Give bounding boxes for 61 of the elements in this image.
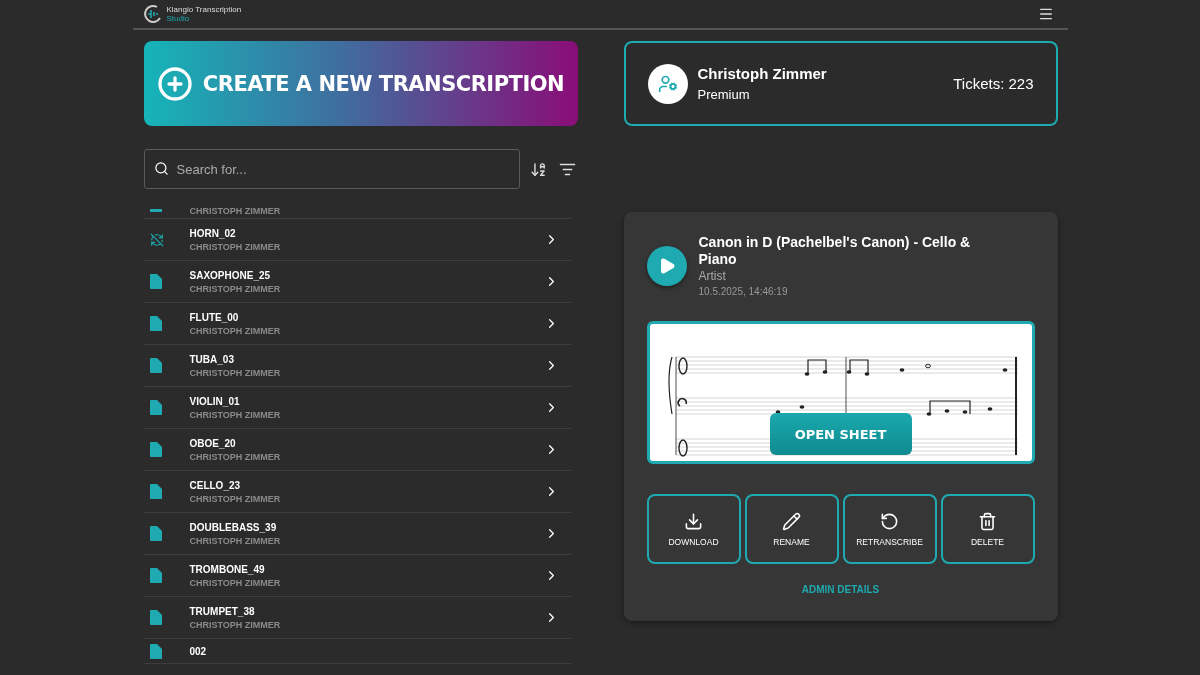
user-name: Christoph Zimmer bbox=[697, 65, 828, 82]
create-transcription-button[interactable]: CREATE A NEW TRANSCRIPTION bbox=[143, 41, 578, 126]
transcription-title: SAXOPHONE_25 bbox=[189, 269, 272, 281]
transcription-author: CHRISTOPH ZIMMER bbox=[189, 409, 282, 420]
transcription-row[interactable]: VIOLIN_01 CHRISTOPH ZIMMER bbox=[143, 387, 571, 429]
transcription-row[interactable]: 002 bbox=[143, 639, 571, 664]
transcription-row[interactable]: FLUTE_00 CHRISTOPH ZIMMER bbox=[143, 303, 571, 345]
admin-details-link[interactable]: ADMIN DETAILS bbox=[801, 584, 880, 595]
transcription-row[interactable]: TROMBONE_49 CHRISTOPH ZIMMER bbox=[143, 555, 571, 597]
transcription-title: HORN_02 bbox=[189, 227, 237, 239]
transcription-row[interactable]: CELLO_23 CHRISTOPH ZIMMER bbox=[143, 471, 571, 513]
artist-name: Artist bbox=[698, 269, 727, 283]
transcription-title: OBOE_20 bbox=[189, 437, 237, 449]
transcription-title: TRUMPET_38 bbox=[189, 605, 256, 617]
sort-az-icon bbox=[529, 160, 547, 178]
transcription-row[interactable]: HORN_02 CHRISTOPH ZIMMER bbox=[143, 219, 571, 261]
transcription-title: FLUTE_00 bbox=[189, 311, 240, 323]
transcription-author: CHRISTOPH ZIMMER bbox=[189, 205, 282, 216]
transcription-title: VIOLIN_01 bbox=[189, 395, 241, 407]
search-icon bbox=[153, 161, 169, 176]
transcription-author: CHRISTOPH ZIMMER bbox=[189, 619, 282, 630]
plus-icon bbox=[156, 65, 193, 102]
sync-off-icon bbox=[149, 232, 164, 247]
download-icon bbox=[684, 511, 703, 531]
transcription-author: CHRISTOPH ZIMMER bbox=[189, 283, 282, 294]
transcription-author: CHRISTOPH ZIMMER bbox=[189, 241, 282, 252]
transcription-row[interactable]: TUBA_03 CHRISTOPH ZIMMER bbox=[143, 345, 571, 387]
logo-icon bbox=[142, 4, 163, 24]
transcription-author: CHRISTOPH ZIMMER bbox=[189, 577, 282, 588]
transcription-title: DOUBLEBASS_39 bbox=[189, 521, 278, 533]
play-button[interactable] bbox=[646, 246, 687, 286]
track-date: 10.5.2025, 14:46:19 bbox=[698, 286, 789, 297]
search-field[interactable]: Search for... bbox=[143, 149, 520, 189]
action-button[interactable]: RENAME bbox=[744, 494, 839, 564]
tickets-count: Tickets: 223 bbox=[953, 75, 1034, 92]
action-button[interactable]: RETRANSCRIBE bbox=[842, 494, 937, 564]
trash-icon bbox=[978, 511, 997, 531]
menu-icon bbox=[1037, 6, 1054, 22]
pencil-icon bbox=[782, 511, 801, 531]
transcription-author: CHRISTOPH ZIMMER bbox=[189, 535, 282, 546]
transcription-row[interactable]: TRUMPET_38 CHRISTOPH ZIMMER bbox=[143, 597, 571, 639]
undo-icon bbox=[880, 511, 899, 531]
action-button[interactable]: DELETE bbox=[940, 494, 1035, 564]
transcription-row[interactable]: OBOE_20 CHRISTOPH ZIMMER bbox=[143, 429, 571, 471]
transcription-title: TUBA_03 bbox=[189, 353, 235, 365]
transcription-author: CHRISTOPH ZIMMER bbox=[189, 367, 282, 378]
transcription-title: CELLO_23 bbox=[189, 479, 242, 491]
transcription-row[interactable]: CHRISTOPH ZIMMER bbox=[143, 203, 571, 219]
transcription-author: CHRISTOPH ZIMMER bbox=[189, 493, 282, 504]
app-subtitle: Studio bbox=[166, 14, 191, 23]
transcription-author: CHRISTOPH ZIMMER bbox=[189, 325, 282, 336]
action-button[interactable]: DOWNLOAD bbox=[646, 494, 741, 564]
transcription-title: TROMBONE_49 bbox=[189, 563, 266, 575]
app-name: Klangio Transcription bbox=[166, 5, 242, 14]
transcription-title: 002 bbox=[189, 645, 208, 657]
plan-label: Premium bbox=[697, 87, 751, 102]
transcription-author: CHRISTOPH ZIMMER bbox=[189, 451, 282, 462]
user-settings-icon bbox=[657, 73, 678, 94]
transcription-row[interactable]: SAXOPHONE_25 CHRISTOPH ZIMMER bbox=[143, 261, 571, 303]
track-title: Canon in D (Pachelbel's Canon) - Cello & Piano bbox=[698, 234, 972, 268]
transcription-row[interactable]: DOUBLEBASS_39 CHRISTOPH ZIMMER bbox=[143, 513, 571, 555]
